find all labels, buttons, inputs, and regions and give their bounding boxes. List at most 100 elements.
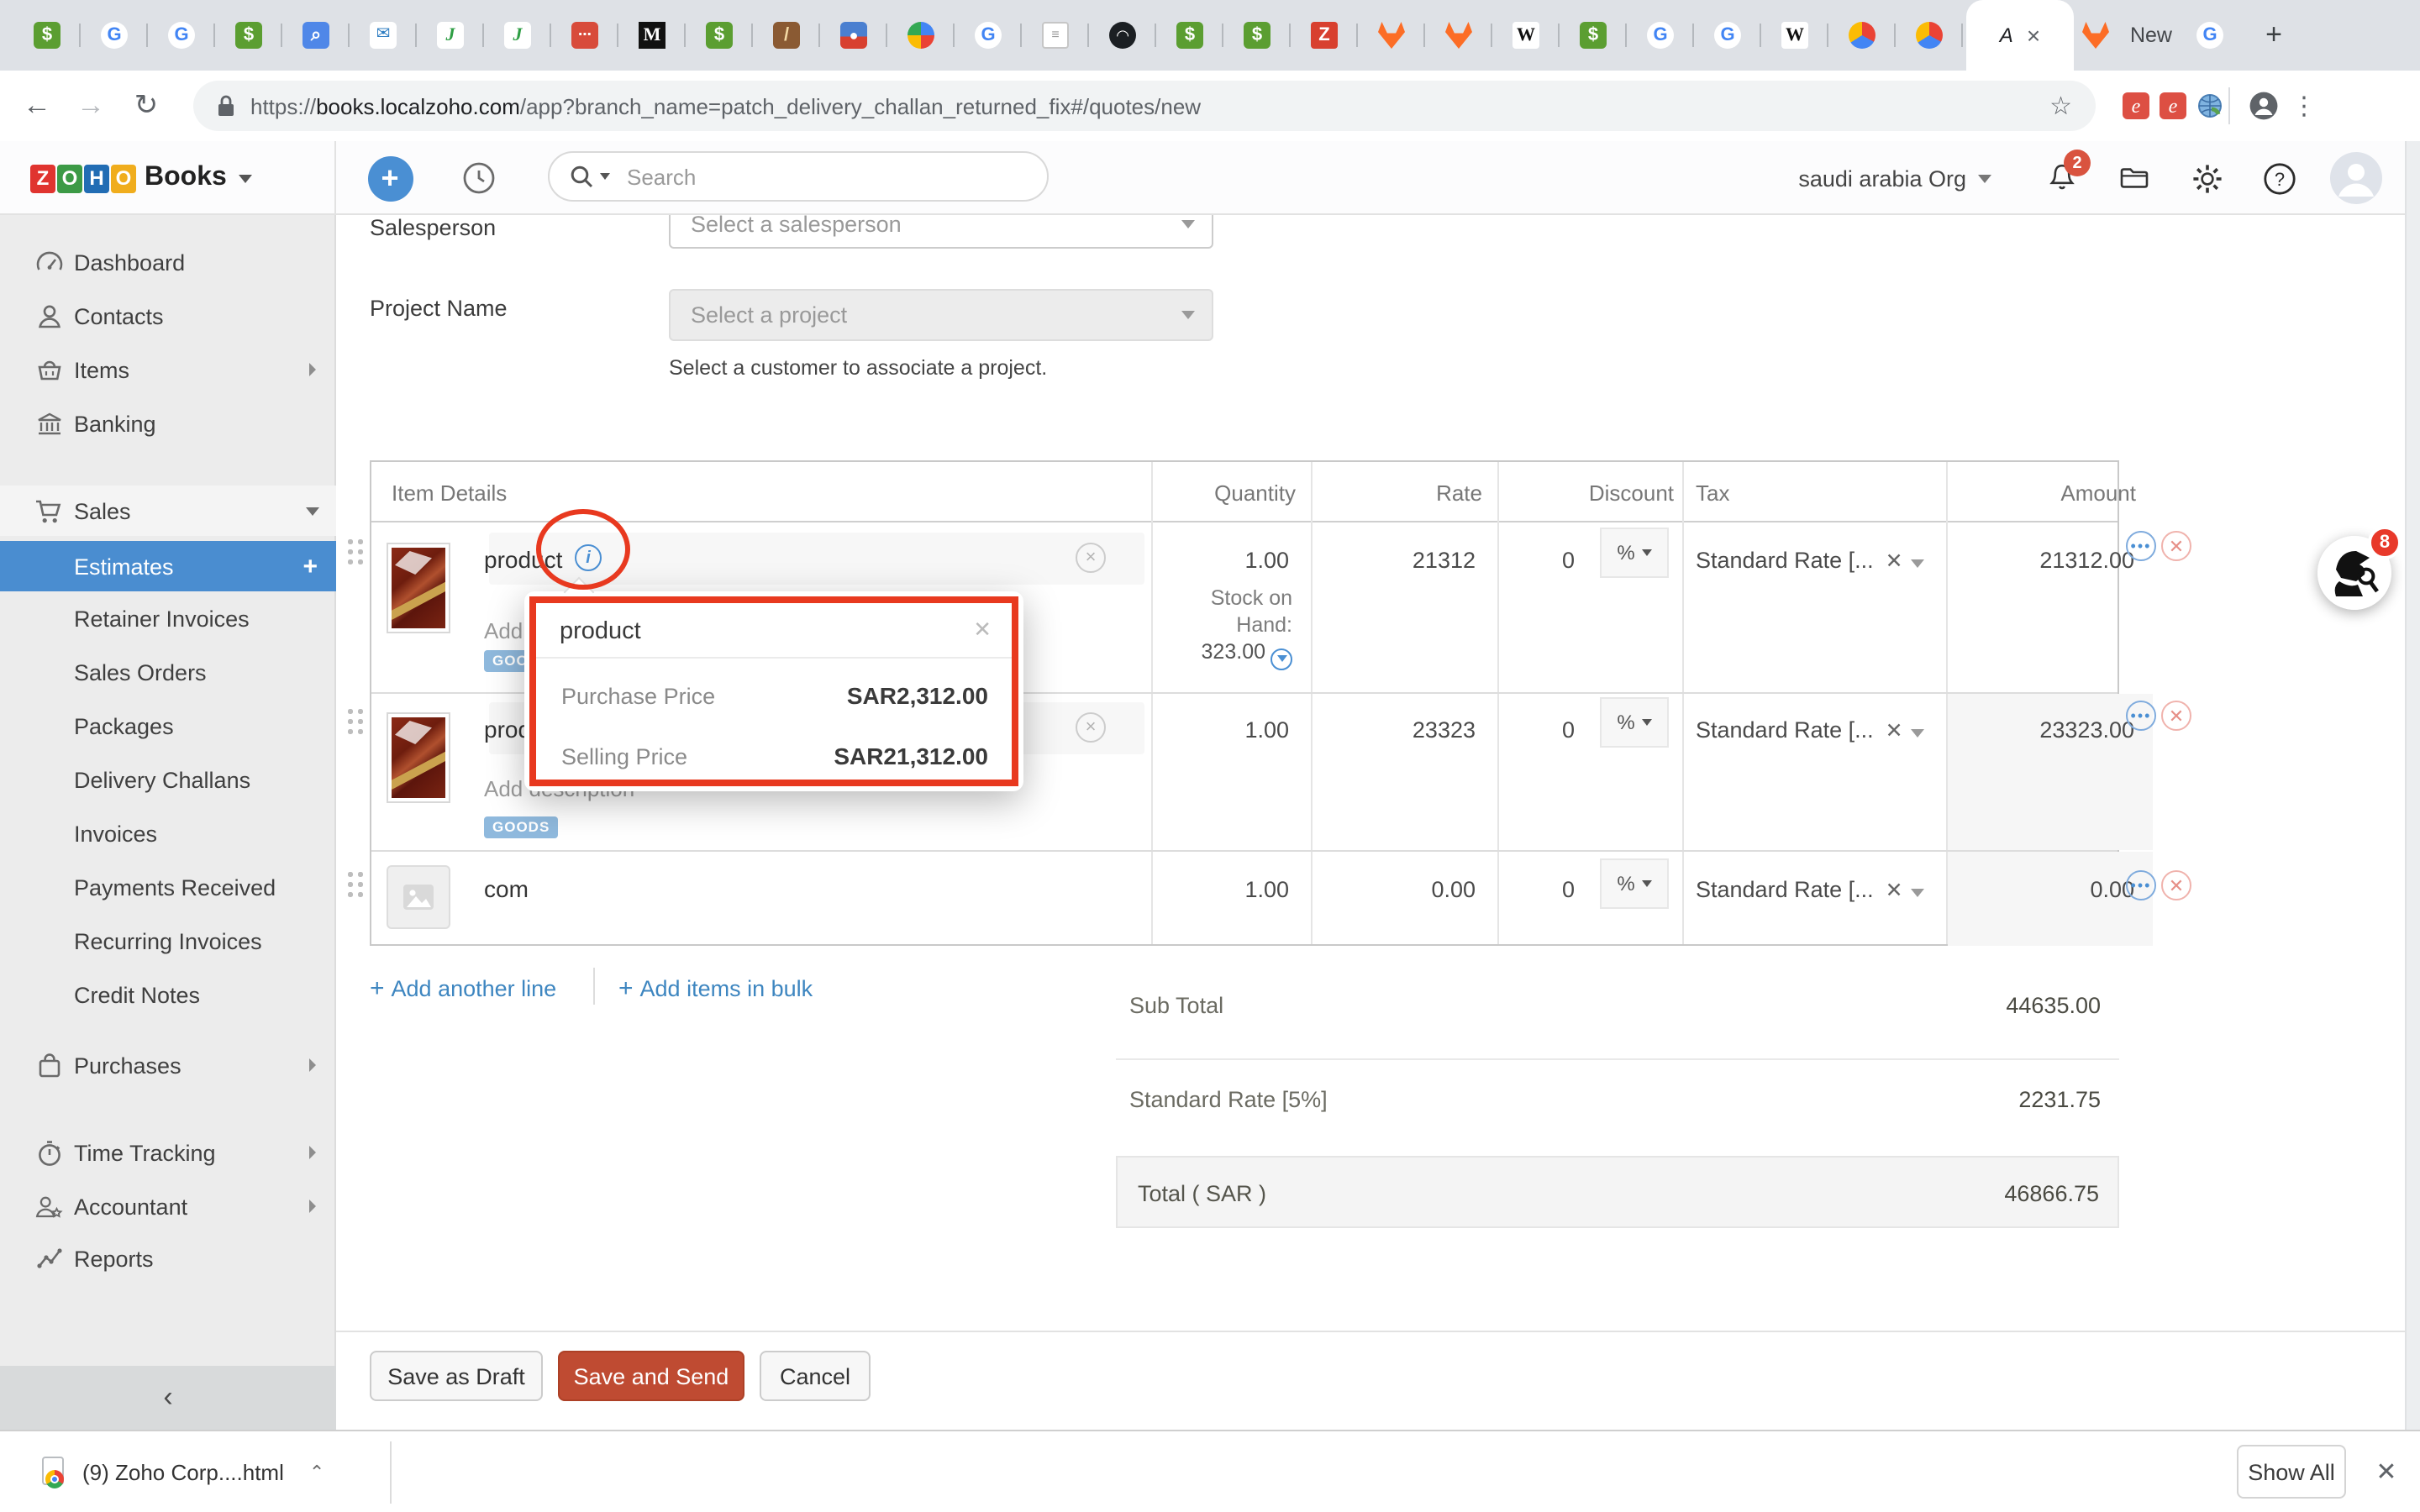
reload-button[interactable]: ↻ [124,71,168,141]
save-and-send-button[interactable]: Save and Send [558,1351,744,1401]
user-avatar[interactable] [2326,141,2386,215]
quick-create-button[interactable]: + [365,141,415,215]
sidebar-item-sales[interactable]: Sales [0,486,336,536]
tax-clear-icon-row2[interactable]: ✕ [1886,719,1903,743]
pinned-tab-cliq-8[interactable]: ⋯ [551,10,618,60]
sidebar-item-sales-orders[interactable]: Sales Orders [0,647,336,697]
salesperson-select[interactable]: Select a salesperson [669,215,1213,249]
discount-row3[interactable]: 0 [1497,877,1575,902]
sidebar-item-reports[interactable]: Reports [0,1233,336,1284]
stock-expand-icon[interactable] [1270,648,1292,669]
item-image-placeholder-row3[interactable] [387,865,450,929]
discount-unit-row2[interactable]: % [1600,697,1669,748]
drag-handle-row2[interactable] [348,709,352,713]
save-as-draft-button[interactable]: Save as Draft [370,1351,543,1401]
pinned-tab-g-14[interactable]: G [955,10,1022,60]
global-search[interactable] [548,151,1049,202]
row2-delete-icon[interactable]: ✕ [2161,701,2191,731]
extension-globe-icon[interactable] [2188,71,2232,141]
discount-unit-row3[interactable]: % [1600,858,1669,909]
pinned-tab-zb-3[interactable]: $ [215,10,282,60]
sidebar-item-items[interactable]: Items [0,344,336,395]
sidebar-item-packages[interactable]: Packages [0,701,336,751]
recent-history-icon[interactable] [454,141,504,215]
pinned-tab-ds-4[interactable]: ⌕ [282,10,350,60]
assist-widget[interactable]: 8 [2317,536,2391,610]
rate-row2[interactable]: 23323 [1311,717,1476,743]
back-button[interactable]: ← [15,71,59,141]
row1-more-actions-icon[interactable]: ••• [2126,531,2156,561]
drag-handle-row3[interactable] [348,872,352,876]
drag-handle-row1[interactable] [348,539,352,543]
pinned-tab-g-1[interactable]: G [81,10,148,60]
tab-close-icon[interactable]: × [2027,22,2040,49]
sidebar-item-delivery-challans[interactable]: Delivery Challans [0,754,336,805]
tab-google[interactable]: G [2188,10,2232,60]
tax-row2[interactable]: Standard Rate [...✕ [1696,717,1925,743]
sidebar-item-estimates[interactable]: Estimates+ [0,541,336,591]
page-scrollbar[interactable] [2405,141,2420,1430]
tax-clear-icon[interactable]: ✕ [1886,549,1903,573]
download-item[interactable]: (9) Zoho Corp....html ⌃ [24,1445,341,1500]
qty-row2[interactable]: 1.00 [1151,717,1289,743]
pinned-tab-gh-16[interactable]: ◠ [1089,10,1156,60]
pinned-tab-g-25[interactable]: G [1694,10,1761,60]
add-items-in-bulk-link[interactable]: +Add items in bulk [618,974,813,1003]
discount-row2[interactable]: 0 [1497,717,1575,743]
pinned-tab-mail-5[interactable]: ✉ [350,10,417,60]
item-image-row2[interactable] [387,712,450,803]
settings-button[interactable] [2181,141,2232,215]
tax-row3[interactable]: Standard Rate [...✕ [1696,877,1925,902]
active-tab[interactable]: A × [1966,0,2074,71]
pinned-tab-g-2[interactable]: G [148,10,215,60]
notifications-button[interactable]: 2 [2037,141,2087,215]
sidebar-item-credit-notes[interactable]: Credit Notes [0,969,336,1020]
pinned-tab-pin-13[interactable] [887,10,955,60]
downloads-close-icon[interactable]: ✕ [2360,1445,2413,1499]
row3-delete-icon[interactable]: ✕ [2161,870,2191,900]
cancel-button[interactable]: Cancel [760,1351,871,1401]
pinned-tab-book-11[interactable]: / [753,10,820,60]
sidebar-item-retainer-invoices[interactable]: Retainer Invoices [0,593,336,643]
forward-button[interactable]: → [69,71,113,141]
tax-clear-icon-row3[interactable]: ✕ [1886,879,1903,902]
pinned-tab-zb-0[interactable]: $ [13,10,81,60]
pinned-tab-dr-27[interactable] [1828,10,1896,60]
remove-item-icon-row1[interactable]: × [1076,543,1106,573]
bookmark-star-icon[interactable]: ☆ [2049,91,2072,121]
sidebar-item-banking[interactable]: Banking [0,398,336,449]
pinned-tab-w-22[interactable]: W [1492,10,1560,60]
add-another-line-link[interactable]: +Add another line [370,974,556,1003]
add-estimate-icon[interactable]: + [302,552,318,580]
sidebar-item-payments-received[interactable]: Payments Received [0,862,336,912]
address-bar[interactable]: https://books.localzoho.com/app?branch_n… [193,81,2096,131]
pinned-tab-g-24[interactable]: G [1627,10,1694,60]
show-all-button[interactable]: Show All [2237,1445,2346,1499]
sidebar-item-purchases[interactable]: Purchases [0,1040,336,1090]
pinned-tab-j-6[interactable]: J [417,10,484,60]
pinned-tab-m-9[interactable]: M [618,10,686,60]
item-name-row3[interactable]: com [484,875,529,902]
new-tab-button[interactable]: + [2252,10,2296,60]
help-button[interactable]: ? [2254,141,2304,215]
sidebar-item-invoices[interactable]: Invoices [0,808,336,858]
pinned-tab-j-7[interactable]: J [484,10,551,60]
pinned-tab-w-26[interactable]: W [1761,10,1828,60]
download-caret-icon[interactable]: ⌃ [309,1462,324,1483]
row2-more-actions-icon[interactable]: ••• [2126,701,2156,731]
sidebar-item-recurring-invoices[interactable]: Recurring Invoices [0,916,336,966]
pinned-tab-doc-15[interactable]: ≡ [1022,10,1089,60]
search-input[interactable] [623,162,960,191]
popover-close-icon[interactable]: ✕ [973,617,992,643]
rate-row3[interactable]: 0.00 [1311,877,1476,902]
documents-button[interactable] [2109,141,2160,215]
discount-row1[interactable]: 0 [1497,548,1575,573]
pinned-tab-gl-20[interactable] [1358,10,1425,60]
pinned-tab-zb-10[interactable]: $ [686,10,753,60]
pinned-tab-gl-21[interactable] [1425,10,1492,60]
pinned-tab-z-19[interactable]: Z [1291,10,1358,60]
discount-unit-row1[interactable]: % [1600,528,1669,578]
rate-row1[interactable]: 21312 [1311,548,1476,573]
tab-new[interactable]: New [2118,10,2185,60]
qty-row1[interactable]: 1.00 [1151,548,1289,573]
